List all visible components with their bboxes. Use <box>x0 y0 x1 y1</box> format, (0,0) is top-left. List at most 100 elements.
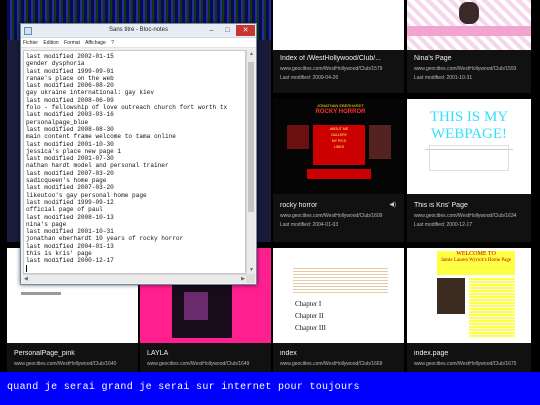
text-editor[interactable]: last modified 2002-01-15 gender dysphoria… <box>23 50 246 274</box>
text-caret <box>26 264 27 272</box>
text-line: personalpage_blue <box>26 118 89 126</box>
tile-date: Last modified: 2001-10-31 <box>414 75 473 81</box>
tile-title: index <box>280 350 297 357</box>
menu-bar: Fichier Edition Format Affichage ? <box>21 38 256 48</box>
banner-top-text: JONATHAN EBERHARDT <box>316 103 365 108</box>
text-line: last modified 2001-10-30 <box>26 140 114 148</box>
red-panel: ABOUT ME GALLERY MY PICS LINKS <box>313 125 365 165</box>
horizontal-scrollbar[interactable]: ◀ ▶ <box>23 274 246 283</box>
scroll-left-icon[interactable]: ◀ <box>24 276 28 282</box>
side-image <box>369 125 391 159</box>
menu-help[interactable]: ? <box>111 40 114 46</box>
tile-title: rocky horror <box>280 202 318 209</box>
text-line: nina's page <box>26 220 67 228</box>
photo-image <box>184 292 208 320</box>
text-line: main content frame welcome to tama onlin… <box>26 133 176 141</box>
tile-thumbnail: WELCOME TO Jamie Lauren Wyrick's Home Pa… <box>407 248 531 343</box>
text-line: folo - fellowship of love outreach churc… <box>26 104 228 112</box>
scroll-right-icon[interactable]: ▶ <box>241 276 245 282</box>
tile-title: index.page <box>414 350 449 357</box>
tile-url: www.geocities.com/WestHollywood/Club/164… <box>14 361 117 367</box>
tile-url: www.geocities.com/WestHollywood/Club/166… <box>280 361 383 367</box>
text-line: last modified 2003-03-16 <box>26 111 114 119</box>
tile-index-westhollywood[interactable]: Index of /WestHollywood/Club/... www.geo… <box>273 0 404 93</box>
tile-index-page[interactable]: WELCOME TO Jamie Lauren Wyrick's Home Pa… <box>407 248 531 372</box>
tile-title: Index of /WestHollywood/Club/... <box>280 55 382 62</box>
scroll-down-icon[interactable]: ▼ <box>249 267 254 273</box>
text-line: last modified 2007-03-20 <box>26 169 114 177</box>
caption-bar: quand je serai grand je serai sur intern… <box>0 372 540 405</box>
tile-title: Nina's Page <box>414 55 452 62</box>
tile-thumbnail: JONATHAN EBERHARDT ROCKY HORROR ABOUT ME… <box>273 99 404 194</box>
text-block <box>293 266 388 294</box>
menu-format[interactable]: Format <box>64 40 80 46</box>
text-line: official page of paul <box>26 206 103 214</box>
text-block <box>469 278 515 338</box>
tile-url: www.geocities.com/WestHollywood/Club/160… <box>280 213 383 219</box>
panel-label: ABOUT ME <box>329 127 349 131</box>
resize-grip[interactable] <box>246 274 255 283</box>
image-frame <box>429 145 509 171</box>
maximize-button[interactable]: □ <box>220 25 235 36</box>
scrollbar-thumb[interactable] <box>248 62 254 212</box>
tile-thumbnail: THIS IS MY WEBPAGE! <box>407 99 531 194</box>
chapter-2: Chapter II <box>295 312 324 320</box>
tile-thumbnail <box>407 0 531 50</box>
tile-thumbnail: Chapter I Chapter II Chapter III <box>273 248 404 343</box>
panel-label: LINKS <box>333 145 345 149</box>
speaker-icon[interactable]: ◀) <box>389 201 396 208</box>
tile-date: Last modified: 2009-04-26 <box>280 75 339 81</box>
text-line: last modified 2008-10-13 <box>26 213 114 221</box>
panel-label: MY PICS <box>331 139 347 143</box>
menu-affichage[interactable]: Affichage <box>85 40 106 46</box>
tile-url: www.geocities.com/WestHollywood/Club/164… <box>147 361 250 367</box>
text-line: last modified 2001-07-30 <box>26 155 114 163</box>
text-line: last modified 1999-09-01 <box>26 67 114 75</box>
tile-thumbnail <box>273 0 404 50</box>
photo-image <box>459 2 479 24</box>
chapter-3: Chapter III <box>295 324 326 332</box>
name-text: Jamie Lauren Wyrick's Home Page <box>440 258 512 263</box>
scroll-up-icon[interactable]: ▲ <box>249 51 254 57</box>
vertical-scrollbar[interactable]: ▲ ▼ <box>246 50 255 274</box>
tile-date: Last modified: 2004-01-03 <box>280 222 339 228</box>
tile-url: www.geocities.com/WestHollywood/Club/157… <box>280 66 383 72</box>
text-line: jonathan eberhardt 10 years of rocky hor… <box>26 235 184 243</box>
text-line: gender dysphoria <box>26 60 85 68</box>
text-line: last modified 2000-12-17 <box>26 257 114 265</box>
text-line: jessica's place new page 1 <box>26 147 122 155</box>
tile-index[interactable]: Chapter I Chapter II Chapter III index w… <box>273 248 404 372</box>
tile-ninas-page[interactable]: Nina's Page www.geocities.com/WestHollyw… <box>407 0 531 93</box>
menu-fichier[interactable]: Fichier <box>23 40 38 46</box>
text-line: sadicqueen's home page <box>26 177 107 185</box>
text-line: nathan hardt model and personal trainer <box>26 162 169 170</box>
text-line: last modified 2006-08-20 <box>26 82 114 90</box>
chapter-1: Chapter I <box>295 300 322 308</box>
tile-date: Last modified: 2000-12-17 <box>414 222 473 228</box>
text-line: likeutoo's gay personal home page <box>26 191 147 199</box>
text-line: gay ukraine international: gay kiev <box>26 89 154 97</box>
text-line: ranae's place on the web <box>26 74 114 82</box>
close-button[interactable]: ✕ <box>236 25 255 36</box>
tile-rocky-horror[interactable]: JONATHAN EBERHARDT ROCKY HORROR ABOUT ME… <box>273 99 404 242</box>
kris-heading-line2: WEBPAGE! <box>430 126 508 142</box>
text-line: last modified 2004-01-13 <box>26 242 114 250</box>
photo-image <box>437 278 465 314</box>
tile-kris-page[interactable]: THIS IS MY WEBPAGE! This is Kris' Page w… <box>407 99 531 242</box>
bottom-strip <box>307 169 371 179</box>
tile-url: www.geocities.com/WestHollywood/Club/167… <box>414 361 517 367</box>
text-line: last modified 2007-03-20 <box>26 184 114 192</box>
tile-title: This is Kris' Page <box>414 202 468 209</box>
tile-title: LAYLA <box>147 350 169 357</box>
notepad-window[interactable]: Sans titre - Bloc-notes – □ ✕ Fichier Ed… <box>20 23 257 285</box>
welcome-text: WELCOME TO <box>456 251 496 257</box>
menu-edition[interactable]: Edition <box>43 40 58 46</box>
banner-main-text: ROCKY HORROR <box>315 109 366 115</box>
panel-label: GALLERY <box>330 133 348 137</box>
text-line: last modified 2002-01-15 <box>26 53 114 60</box>
page-text-block <box>21 292 61 295</box>
pink-band <box>407 26 531 36</box>
minimize-button[interactable]: – <box>204 25 219 36</box>
notepad-titlebar[interactable]: Sans titre - Bloc-notes – □ ✕ <box>21 24 256 38</box>
text-line: last modified 2008-08-30 <box>26 125 114 133</box>
